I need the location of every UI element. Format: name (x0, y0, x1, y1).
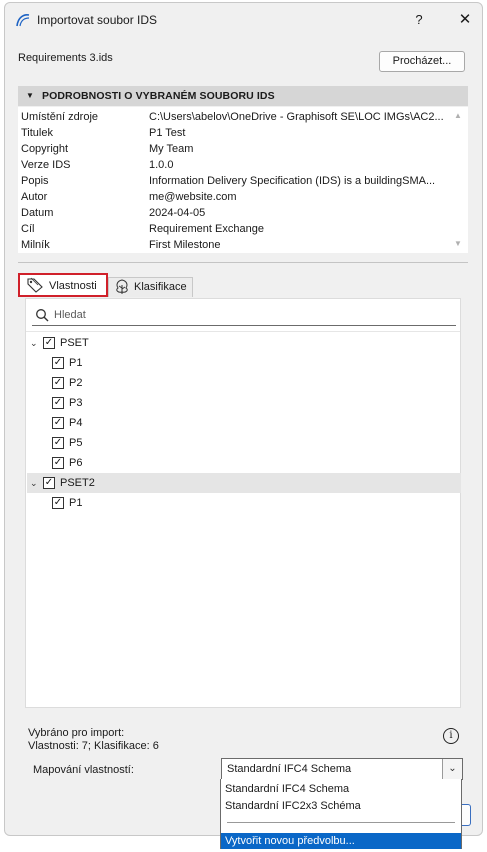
detail-value: Information Delivery Specification (IDS)… (149, 175, 436, 187)
detail-row: Cíl Requirement Exchange (18, 221, 450, 237)
tag-icon (27, 277, 43, 293)
detail-value: My Team (149, 143, 194, 155)
detail-value: First Milestone (149, 239, 221, 251)
detail-row: Datum 2024-04-05 (18, 205, 450, 221)
property-mapping-label: Mapování vlastností: (33, 764, 134, 776)
tree-item[interactable]: ✓ P6 (27, 453, 461, 473)
help-button[interactable]: ? (409, 11, 429, 29)
info-icon[interactable]: i (443, 728, 459, 744)
details-panel: Umístění zdroje C:\Users\abelov\OneDrive … (18, 107, 468, 253)
tree-item-label: P1 (69, 357, 83, 369)
dropdown-separator (227, 822, 455, 823)
dropdown-option[interactable]: Standardní IFC2x3 Schéma (221, 798, 461, 814)
title-bar: Importovat soubor IDS ? ✕ (5, 3, 482, 37)
tree-item-group[interactable]: ⌄ ✓ PSET (27, 333, 461, 353)
detail-row: Umístění zdroje C:\Users\abelov\OneDrive … (18, 109, 450, 125)
detail-value: P1 Test (149, 127, 186, 139)
detail-row: Autor me@website.com (18, 189, 450, 205)
selected-counts: Vlastnosti: 7; Klasifikace: 6 (28, 740, 159, 752)
selected-for-import-label: Vybráno pro import: (28, 727, 125, 739)
dialog-title: Importovat soubor IDS (37, 13, 158, 27)
detail-key: Milník (21, 239, 50, 251)
detail-key: Titulek (21, 127, 53, 139)
tree-item-label: P1 (69, 497, 83, 509)
browse-button[interactable]: Procházet... (379, 51, 465, 72)
detail-row: Copyright My Team (18, 141, 450, 157)
tree-item-group-selected[interactable]: ⌄ ✓ PSET2 (27, 473, 461, 493)
tree-item[interactable]: ✓ P1 (27, 353, 461, 373)
search-box[interactable] (32, 305, 456, 326)
tab-vlastnosti[interactable]: Vlastnosti (18, 273, 108, 297)
search-input[interactable] (54, 307, 444, 323)
detail-value: me@website.com (149, 191, 237, 203)
detail-value: Requirement Exchange (149, 223, 264, 235)
tree-icon (116, 279, 128, 294)
checkbox[interactable]: ✓ (52, 417, 64, 429)
detail-key: Copyright (21, 143, 69, 155)
chevron-down-icon[interactable]: ⌄ (442, 759, 462, 779)
tree-item[interactable]: ✓ P5 (27, 433, 461, 453)
detail-key: Datum (21, 207, 54, 219)
detail-key: Popis (21, 175, 49, 187)
tree-item[interactable]: ✓ P4 (27, 413, 461, 433)
import-ids-dialog: Importovat soubor IDS ? ✕ Requirements 3… (4, 2, 483, 836)
detail-key: Umístění zdroje (21, 111, 99, 123)
detail-row: Verze IDS 1.0.0 (18, 157, 450, 173)
chevron-down-icon[interactable]: ⌄ (30, 473, 38, 493)
tree-item-label: P3 (69, 397, 83, 409)
checkbox[interactable]: ✓ (52, 457, 64, 469)
tree-item-label: P2 (69, 377, 83, 389)
tree-item-label: P5 (69, 437, 83, 449)
detail-row: Milník First Milestone (18, 237, 450, 253)
tab-vlastnosti-label: Vlastnosti (49, 280, 97, 292)
property-mapping-select[interactable]: Standardní IFC4 Schema ⌄ (221, 758, 463, 780)
checkbox[interactable]: ✓ (43, 337, 55, 349)
checkbox[interactable]: ✓ (52, 497, 64, 509)
collapse-triangle-icon: ▼ (26, 91, 34, 100)
detail-key: Verze IDS (21, 159, 71, 171)
properties-tree-panel: ⌄ ✓ PSET ✓ P1 ✓ P2 ✓ P3 ✓ P4 ✓ P5 ✓ P6 ⌄ (25, 298, 461, 708)
checkbox[interactable]: ✓ (52, 377, 64, 389)
dropdown-option[interactable]: Standardní IFC4 Schema (221, 781, 461, 797)
chevron-down-icon[interactable]: ⌄ (30, 333, 38, 353)
tree-item[interactable]: ✓ P2 (27, 373, 461, 393)
details-section-header[interactable]: ▼ PODROBNOSTI O VYBRANÉM SOUBORU IDS (18, 86, 468, 106)
checkbox[interactable]: ✓ (52, 397, 64, 409)
scroll-down-arrow-icon[interactable]: ▼ (454, 239, 462, 248)
detail-value: 1.0.0 (149, 159, 174, 171)
tree-item-label: P4 (69, 417, 83, 429)
detail-value: 2024-04-05 (149, 207, 206, 219)
detail-row: Titulek P1 Test (18, 125, 450, 141)
detail-row: Popis Information Delivery Specification … (18, 173, 450, 189)
tree-item-label: P6 (69, 457, 83, 469)
tree-divider (26, 331, 460, 332)
create-preset-option[interactable]: Vytvořit novou předvolbu... (221, 833, 461, 849)
tree-item-label: PSET (60, 337, 89, 349)
mapping-dropdown-list: Standardní IFC4 Schema Standardní IFC2x3… (220, 779, 462, 849)
search-icon (36, 309, 49, 322)
close-button[interactable]: ✕ (455, 11, 475, 29)
tree-item-label: PSET2 (60, 477, 95, 489)
checkbox[interactable]: ✓ (52, 437, 64, 449)
section-divider (18, 262, 468, 263)
detail-key: Cíl (21, 223, 35, 235)
checkbox[interactable]: ✓ (52, 357, 64, 369)
detail-value: C:\Users\abelov\OneDrive - Graphisoft SE… (149, 111, 444, 123)
scroll-up-arrow-icon[interactable]: ▲ (454, 111, 462, 120)
tree-item[interactable]: ✓ P3 (27, 393, 461, 413)
detail-key: Autor (21, 191, 48, 203)
file-name: Requirements 3.ids (18, 52, 113, 64)
app-logo-icon (16, 14, 30, 27)
selected-mapping: Standardní IFC4 Schema (227, 763, 352, 775)
details-header-label: PODROBNOSTI O VYBRANÉM SOUBORU IDS (42, 90, 275, 102)
checkbox[interactable]: ✓ (43, 477, 55, 489)
tree-item[interactable]: ✓ P1 (27, 493, 461, 513)
tab-klasifikace[interactable]: Klasifikace (108, 277, 193, 297)
tab-klasifikace-label: Klasifikace (134, 281, 187, 293)
